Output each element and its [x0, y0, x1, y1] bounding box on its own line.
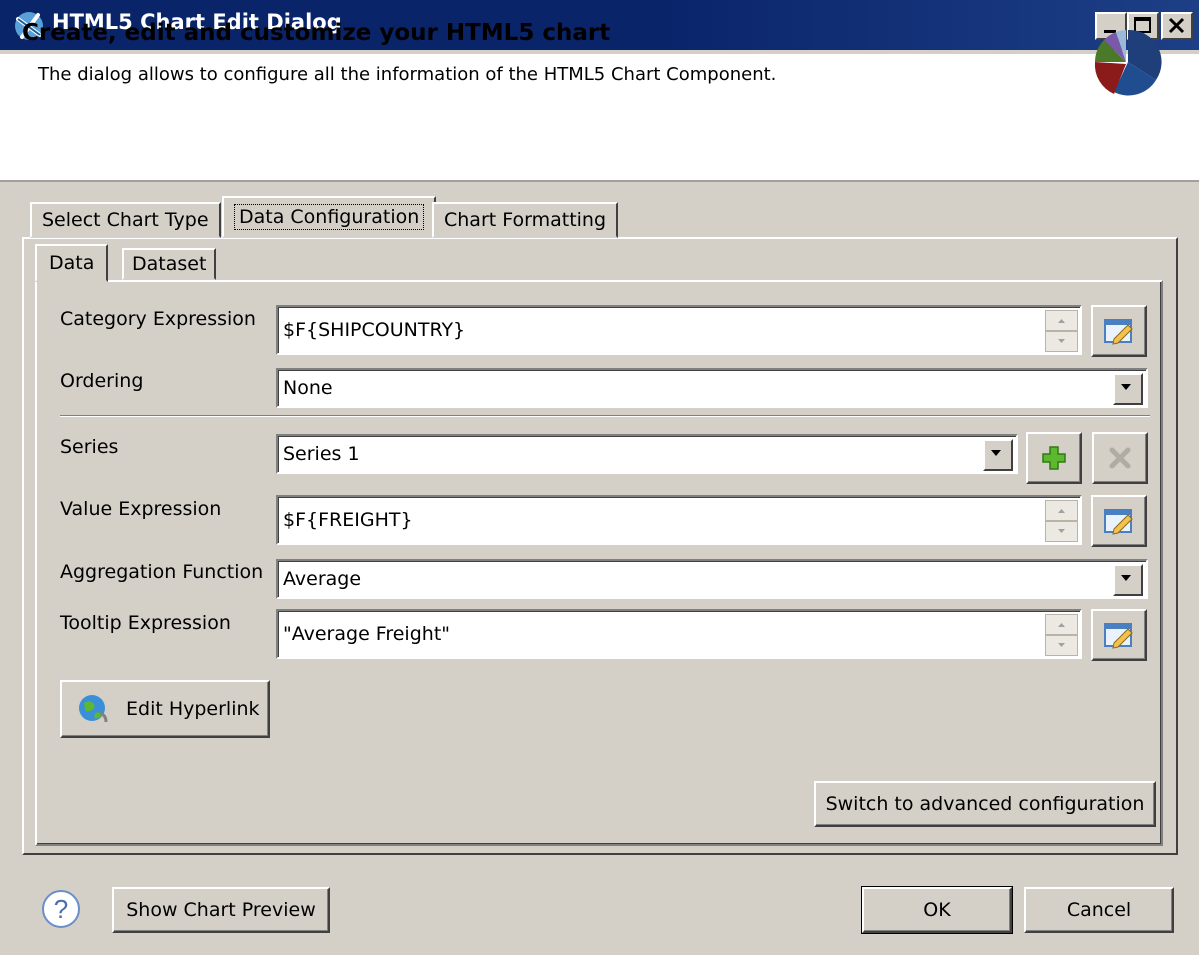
- help-icon[interactable]: ?: [40, 888, 82, 930]
- tooltip-expression-edit-button[interactable]: [1091, 609, 1147, 661]
- tab-data-configuration[interactable]: Data Configuration: [222, 196, 437, 238]
- edit-hyperlink-label: Edit Hyperlink: [126, 698, 260, 720]
- expression-editor-icon: [1104, 623, 1133, 649]
- ordering-dropdown-button[interactable]: [1113, 373, 1143, 405]
- header-title: Create, edit and customize your HTML5 ch…: [22, 20, 611, 46]
- category-expression-label: Category Expression: [60, 308, 256, 330]
- tooltip-expression-label: Tooltip Expression: [60, 612, 231, 634]
- series-label: Series: [60, 436, 119, 458]
- aggregation-function-select[interactable]: Average: [276, 559, 1148, 599]
- add-series-button[interactable]: [1026, 432, 1082, 484]
- tooltip-expression-field[interactable]: "Average Freight": [276, 609, 1082, 659]
- chevron-down-icon: [1121, 575, 1131, 581]
- header-description: The dialog allows to configure all the i…: [38, 64, 777, 85]
- scroll-down-button[interactable]: [1045, 521, 1078, 542]
- scroll-up-button[interactable]: [1045, 614, 1078, 635]
- globe-link-icon: [79, 695, 108, 723]
- chevron-down-icon: [991, 450, 1001, 456]
- aggregation-function-value: Average: [283, 568, 362, 590]
- scroll-down-button[interactable]: [1045, 331, 1078, 352]
- separator: [60, 415, 1150, 417]
- aggregation-function-label: Aggregation Function: [60, 561, 264, 583]
- series-dropdown-button[interactable]: [983, 439, 1013, 471]
- value-expression-field[interactable]: $F{FREIGHT}: [276, 495, 1082, 545]
- svg-text:?: ?: [54, 894, 68, 924]
- switch-advanced-button[interactable]: Switch to advanced configuration: [814, 781, 1156, 827]
- value-expression-spinner[interactable]: [1045, 500, 1078, 542]
- value-expression-edit-button[interactable]: [1091, 495, 1147, 547]
- tooltip-expression-value: "Average Freight": [283, 623, 451, 645]
- ordering-select[interactable]: None: [276, 368, 1148, 408]
- plus-icon: [1042, 446, 1066, 470]
- tab-label: Chart Formatting: [444, 209, 607, 231]
- subtab-label: Data: [49, 252, 95, 274]
- ok-label: OK: [923, 899, 951, 921]
- tab-select-chart-type[interactable]: Select Chart Type: [30, 202, 221, 238]
- ordering-label: Ordering: [60, 370, 144, 392]
- aggregation-dropdown-button[interactable]: [1113, 564, 1143, 596]
- tab-chart-formatting[interactable]: Chart Formatting: [432, 202, 619, 238]
- subtab-data[interactable]: Data: [35, 244, 109, 282]
- value-expression-label: Value Expression: [60, 498, 222, 520]
- scroll-down-button[interactable]: [1045, 635, 1078, 656]
- close-button[interactable]: [1161, 12, 1193, 40]
- category-expression-value: $F{SHIPCOUNTRY}: [283, 319, 466, 341]
- scroll-up-button[interactable]: [1045, 310, 1078, 331]
- pie-chart-icon: [1090, 26, 1162, 98]
- category-expression-field[interactable]: $F{SHIPCOUNTRY}: [276, 305, 1082, 355]
- tab-label: Select Chart Type: [42, 209, 209, 231]
- chevron-down-icon: [1121, 384, 1131, 390]
- cancel-label: Cancel: [1066, 899, 1132, 921]
- category-expression-spinner[interactable]: [1045, 310, 1078, 352]
- delete-icon: [1109, 447, 1131, 469]
- scroll-up-button[interactable]: [1045, 500, 1078, 521]
- subtab-dataset[interactable]: Dataset: [122, 248, 217, 280]
- close-icon: [1168, 17, 1185, 34]
- show-chart-preview-label: Show Chart Preview: [126, 899, 316, 921]
- tooltip-expression-spinner[interactable]: [1045, 614, 1078, 656]
- ok-button[interactable]: OK: [861, 886, 1013, 934]
- ordering-value: None: [283, 377, 333, 399]
- switch-advanced-label: Switch to advanced configuration: [825, 793, 1145, 815]
- tab-label: Data Configuration: [234, 204, 425, 230]
- series-select[interactable]: Series 1: [276, 434, 1018, 474]
- value-expression-value: $F{FREIGHT}: [283, 509, 413, 531]
- show-chart-preview-button[interactable]: Show Chart Preview: [112, 887, 330, 933]
- subtab-label: Dataset: [132, 253, 207, 275]
- expression-editor-icon: [1104, 319, 1133, 345]
- series-value: Series 1: [283, 443, 360, 465]
- cancel-button[interactable]: Cancel: [1024, 887, 1174, 933]
- edit-hyperlink-button[interactable]: Edit Hyperlink: [60, 680, 270, 738]
- category-expression-edit-button[interactable]: [1091, 305, 1147, 357]
- expression-editor-icon: [1104, 509, 1133, 535]
- remove-series-button[interactable]: [1092, 432, 1148, 484]
